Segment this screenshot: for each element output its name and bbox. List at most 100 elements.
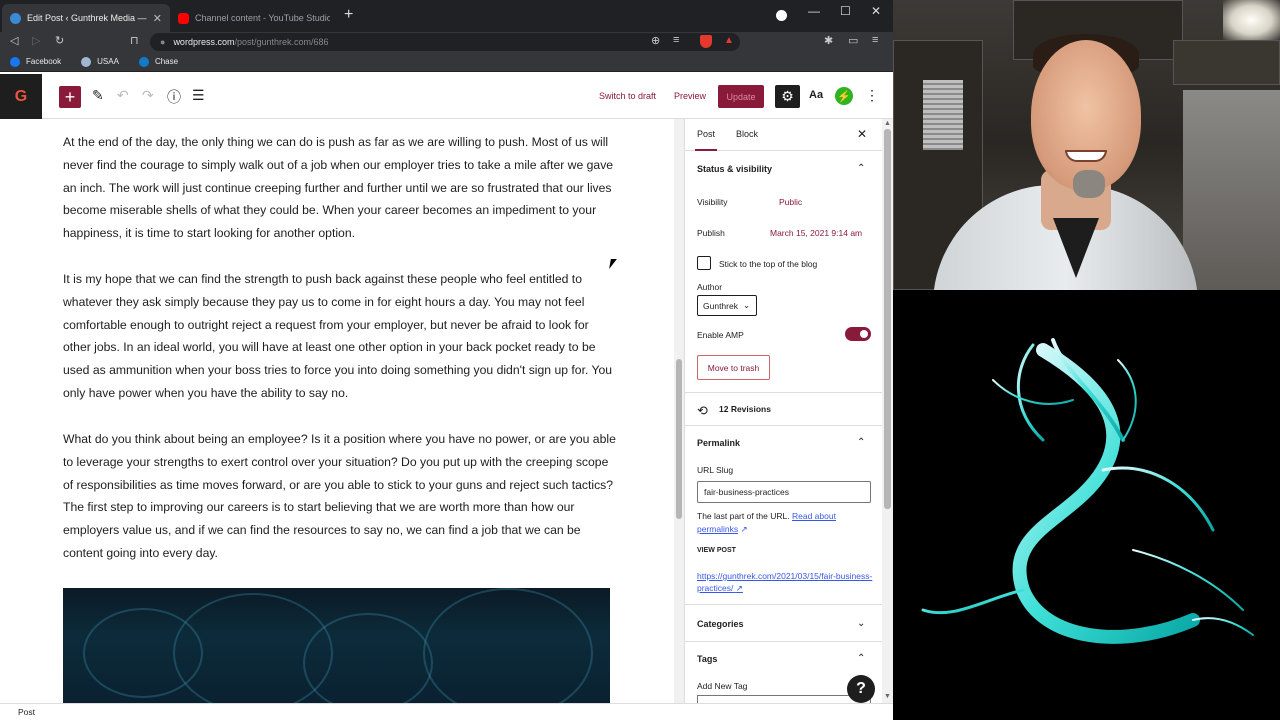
external-link-icon: ↗ xyxy=(735,583,743,593)
redo-icon[interactable]: ↷ xyxy=(142,87,154,104)
sticky-label: Stick to the top of the blog xyxy=(719,259,818,269)
bookmark-label: Chase xyxy=(154,57,179,66)
dragon-logo-image xyxy=(921,338,1254,644)
tab-youtube-studio[interactable]: Channel content - YouTube Studio xyxy=(170,4,338,32)
view-post-url[interactable]: https://gunthrek.com/2021/03/15/fair-bus… xyxy=(697,571,872,593)
scroll-down-icon[interactable]: ▼ xyxy=(884,693,891,700)
chevron-down-icon: ⌄ xyxy=(742,300,751,310)
chevron-up-icon[interactable]: ⌃ xyxy=(857,437,865,448)
amp-toggle[interactable] xyxy=(845,327,871,341)
reload-icon[interactable]: ↻ xyxy=(55,34,64,47)
menu-icon[interactable]: ≡ xyxy=(872,34,878,46)
close-tab-icon[interactable]: ✕ xyxy=(153,12,162,25)
dragon-logo xyxy=(893,290,1280,720)
chevron-down-icon[interactable]: ⌄ xyxy=(857,618,865,629)
webcam-feed xyxy=(893,0,1280,290)
editor-canvas: At the end of the day, the only thing we… xyxy=(0,119,674,703)
browser-window: Edit Post ‹ Gunthrek Media — W ✕ Channel… xyxy=(0,0,893,720)
list-view-icon[interactable]: ☰ xyxy=(192,87,205,104)
settings-gear-icon[interactable]: ⚙ xyxy=(775,85,800,108)
scrollbar-thumb[interactable] xyxy=(676,359,682,519)
preview-button[interactable]: Preview xyxy=(674,91,706,101)
permalink-heading[interactable]: Permalink xyxy=(697,438,740,448)
tab-edit-post[interactable]: Edit Post ‹ Gunthrek Media — W ✕ xyxy=(2,4,170,32)
rewards-icon[interactable]: ▲ xyxy=(724,35,734,46)
wordpress-icon xyxy=(10,12,21,24)
url-path: /post/gunthrek.com/686 xyxy=(234,37,329,47)
add-block-button[interactable]: + xyxy=(59,86,81,108)
url-slug-input[interactable]: fair-business-practices xyxy=(697,481,871,503)
sticky-checkbox[interactable] xyxy=(697,256,711,270)
visibility-label: Visibility xyxy=(697,197,728,207)
url-domain: wordpress.com xyxy=(173,37,235,47)
featured-image-block[interactable] xyxy=(63,588,610,703)
brave-shield-icon[interactable] xyxy=(700,35,712,48)
bookmark-usaa[interactable]: USAA xyxy=(81,56,119,67)
history-icon: ⟲ xyxy=(697,403,708,418)
install-icon[interactable]: ⊕ xyxy=(651,34,660,47)
editor-toolbar: G + ✎ ↶ ↷ ⓘ ☰ Switch to draft Preview Up… xyxy=(0,74,893,119)
status-visibility-heading[interactable]: Status & visibility xyxy=(697,164,772,174)
pencil-icon[interactable]: ✎ xyxy=(92,87,104,104)
add-tag-input[interactable] xyxy=(697,695,871,703)
site-logo[interactable]: G xyxy=(0,74,42,119)
visibility-value[interactable]: Public xyxy=(779,197,802,207)
facebook-icon xyxy=(10,56,20,67)
add-tag-label: Add New Tag xyxy=(697,681,748,691)
tab-title: Edit Post ‹ Gunthrek Media — W xyxy=(27,13,149,23)
content-scrollbar[interactable] xyxy=(674,119,684,703)
bookmark-label: Facebook xyxy=(26,57,62,66)
reader-icon[interactable]: ≡ xyxy=(673,34,679,46)
tags-heading[interactable]: Tags xyxy=(697,654,717,664)
view-post-link[interactable]: https://gunthrek.com/2021/03/15/fair-bus… xyxy=(697,570,873,594)
sidebar-scrollbar[interactable]: ▲ ▼ xyxy=(882,119,893,703)
new-tab-button[interactable]: + xyxy=(344,6,353,24)
chase-icon xyxy=(138,56,149,67)
sidebar-tabs: Post Block ✕ xyxy=(685,119,882,151)
author-select[interactable]: Gunthrek ⌄ xyxy=(697,295,757,316)
undo-icon[interactable]: ↶ xyxy=(117,87,129,104)
wallet-icon[interactable]: ▭ xyxy=(848,34,858,47)
jetpack-icon[interactable]: ⚡ xyxy=(835,87,853,105)
maximize-icon[interactable]: ☐ xyxy=(840,4,851,18)
paragraph-block[interactable]: It is my hope that we can find the stren… xyxy=(63,268,618,405)
paragraph-block[interactable]: At the end of the day, the only thing we… xyxy=(63,131,618,245)
move-to-trash-button[interactable]: Move to trash xyxy=(697,355,770,380)
chevron-up-icon[interactable]: ⌃ xyxy=(857,163,865,174)
permalink-help: The last part of the URL. Read about per… xyxy=(697,510,873,536)
typography-button[interactable]: Aa xyxy=(809,89,823,101)
revisions-link[interactable]: 12 Revisions xyxy=(719,404,771,414)
tab-post[interactable]: Post xyxy=(694,129,718,151)
editor-breadcrumb[interactable]: Post xyxy=(0,703,893,720)
info-icon[interactable]: ⓘ xyxy=(167,87,181,107)
close-window-icon[interactable]: ✕ xyxy=(871,4,881,18)
chevron-up-icon[interactable]: ⌃ xyxy=(857,653,865,664)
more-options-icon[interactable]: ⋮ xyxy=(865,87,879,104)
bookmark-facebook[interactable]: Facebook xyxy=(10,56,62,67)
help-text: The last part of the URL. xyxy=(697,511,790,521)
external-link-icon: ↗ xyxy=(740,524,748,534)
back-icon[interactable]: ◁ xyxy=(10,34,18,47)
extension-icon[interactable] xyxy=(776,10,787,21)
scroll-up-icon[interactable]: ▲ xyxy=(884,120,891,127)
bookmark-icon[interactable]: ⊓ xyxy=(130,34,139,47)
amp-label: Enable AMP xyxy=(697,330,744,340)
close-icon[interactable]: ✕ xyxy=(857,127,867,141)
usaa-icon xyxy=(81,56,92,67)
tab-block[interactable]: Block xyxy=(736,129,758,139)
paragraph-block[interactable]: What do you think about being an employe… xyxy=(63,428,618,565)
bookmark-chase[interactable]: Chase xyxy=(138,56,179,67)
extensions-icon[interactable]: ✱ xyxy=(824,34,833,47)
author-label: Author xyxy=(697,282,723,292)
forward-icon[interactable]: ▷ xyxy=(32,34,40,47)
update-button[interactable]: Update xyxy=(718,85,764,108)
tab-bar: Edit Post ‹ Gunthrek Media — W ✕ Channel… xyxy=(0,0,893,32)
author-value: Gunthrek xyxy=(703,300,738,311)
categories-heading[interactable]: Categories xyxy=(697,619,744,629)
publish-date[interactable]: March 15, 2021 9:14 am xyxy=(770,228,862,238)
minimize-icon[interactable]: — xyxy=(808,4,820,18)
help-button[interactable]: ? xyxy=(847,675,875,703)
settings-sidebar: Post Block ✕ Status & visibility ⌃ Visib… xyxy=(684,119,882,703)
switch-to-draft-button[interactable]: Switch to draft xyxy=(599,91,656,101)
scrollbar-thumb[interactable] xyxy=(884,129,891,509)
